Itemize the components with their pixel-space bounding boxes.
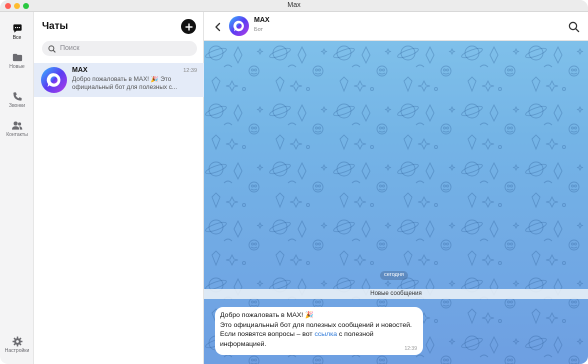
nav-rail: Все Новые Звонки Контакты Настройки xyxy=(0,12,34,364)
contacts-icon xyxy=(11,119,23,131)
search-icon[interactable] xyxy=(568,20,580,33)
new-messages-divider: Новые сообщения xyxy=(204,289,588,299)
message-link[interactable]: ссылка xyxy=(314,331,337,338)
close-window-button[interactable] xyxy=(5,3,11,9)
chat-preview: Добро пожаловать в MAX! 🎉 Это официальны… xyxy=(72,76,178,92)
date-separator: сегодня xyxy=(380,271,408,280)
title-bar: Max xyxy=(0,0,588,12)
conversation-avatar[interactable] xyxy=(229,16,249,36)
rail-item-settings[interactable]: Настройки xyxy=(0,335,34,354)
folder-icon xyxy=(11,51,23,63)
message-time: 12:39 xyxy=(404,346,417,352)
phone-icon xyxy=(11,90,23,102)
window-title: Max xyxy=(287,2,301,9)
rail-label-new: Новые xyxy=(9,64,25,70)
maximize-window-button[interactable] xyxy=(23,3,29,9)
rail-item-contacts[interactable]: Контакты xyxy=(0,119,34,138)
chat-wallpaper: сегодня Новые сообщения Добро пожаловать… xyxy=(204,41,588,364)
minimize-window-button[interactable] xyxy=(14,3,20,9)
conversation-header: MAX Бот xyxy=(204,12,588,41)
max-avatar xyxy=(41,67,67,93)
search-box xyxy=(42,41,197,56)
chat-list-title: Чаты xyxy=(42,21,69,32)
search-input[interactable] xyxy=(60,45,190,52)
chat-name: MAX xyxy=(72,67,88,74)
rail-label-contacts: Контакты xyxy=(6,132,28,138)
chat-time: 12:39 xyxy=(183,68,197,74)
message-line-1: Добро пожаловать в MAX! 🎉 xyxy=(220,312,314,319)
back-arrow-icon[interactable] xyxy=(212,20,224,32)
new-chat-button[interactable] xyxy=(181,19,196,34)
plus-icon xyxy=(185,18,193,36)
conversation-subtitle: Бот xyxy=(254,27,264,33)
rail-label-settings: Настройки xyxy=(4,348,30,354)
conversation-panel: MAX Бот сегодня Новые сообщения Добро по… xyxy=(204,12,588,364)
rail-label-calls: Звонки xyxy=(8,103,26,109)
app-window: Max Все Новые Звонки Контакты Настройки … xyxy=(0,0,588,364)
rail-item-new[interactable]: Новые xyxy=(0,51,34,70)
search-icon xyxy=(48,40,56,58)
gear-icon xyxy=(11,335,23,347)
message-text: Добро пожаловать в MAX! 🎉 Это официальный… xyxy=(220,311,418,349)
message-bubble[interactable]: Добро пожаловать в MAX! 🎉 Это официальный… xyxy=(215,307,423,355)
conversation-title[interactable]: MAX xyxy=(254,17,270,24)
chat-list-panel: Чаты MAX 12:39 Добро пожаловать в MAX! 🎉… xyxy=(34,12,204,364)
rail-item-calls[interactable]: Звонки xyxy=(0,90,34,109)
rail-label-all: Все xyxy=(12,35,22,41)
rail-item-all[interactable]: Все xyxy=(0,22,34,41)
chat-bubbles-icon xyxy=(11,22,23,34)
chat-list-item[interactable]: MAX 12:39 Добро пожаловать в MAX! 🎉 Это … xyxy=(34,63,204,97)
